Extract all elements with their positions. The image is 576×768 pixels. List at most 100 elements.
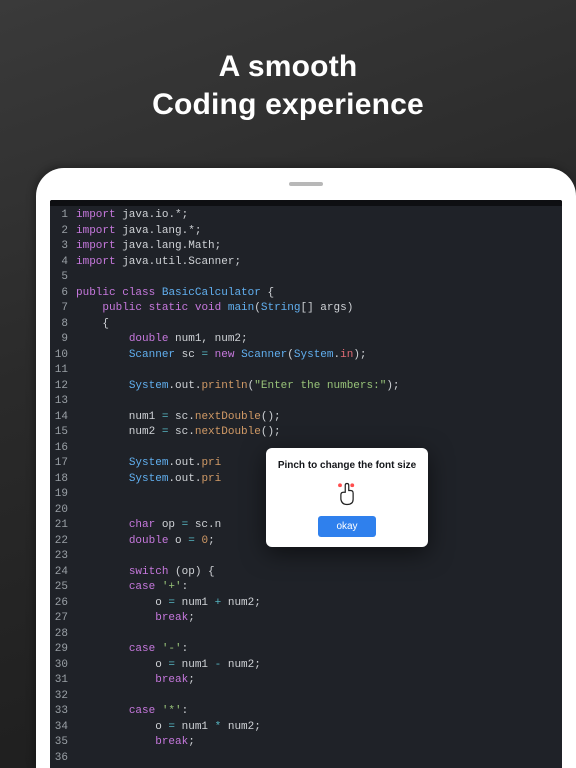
headline: A smooth Coding experience bbox=[0, 0, 576, 163]
code-text[interactable]: Scanner sc = new Scanner(System.in); bbox=[76, 348, 367, 364]
line-number: 22 bbox=[50, 534, 76, 550]
line-number: 8 bbox=[50, 317, 76, 333]
line-number: 20 bbox=[50, 503, 76, 519]
code-text[interactable]: import java.lang.*; bbox=[76, 224, 201, 240]
line-number: 12 bbox=[50, 379, 76, 395]
code-line[interactable]: 4import java.util.Scanner; bbox=[50, 255, 562, 271]
line-number: 4 bbox=[50, 255, 76, 271]
line-number: 16 bbox=[50, 441, 76, 457]
code-text[interactable]: public static void main(String[] args) bbox=[76, 301, 353, 317]
code-line[interactable]: 25 case '+': bbox=[50, 580, 562, 596]
code-line[interactable]: 7 public static void main(String[] args) bbox=[50, 301, 562, 317]
editor-topbar bbox=[50, 200, 562, 206]
line-number: 19 bbox=[50, 487, 76, 503]
code-text[interactable]: o = num1 + num2; bbox=[76, 596, 261, 612]
code-line[interactable]: 31 break; bbox=[50, 673, 562, 689]
code-text[interactable]: num1 = sc.nextDouble(); bbox=[76, 410, 281, 426]
line-number: 17 bbox=[50, 456, 76, 472]
code-text[interactable]: o = num1 - num2; bbox=[76, 658, 261, 674]
code-text[interactable]: case '*': bbox=[76, 704, 188, 720]
line-number: 9 bbox=[50, 332, 76, 348]
code-line[interactable]: 30 o = num1 - num2; bbox=[50, 658, 562, 674]
code-line[interactable]: 3import java.lang.Math; bbox=[50, 239, 562, 255]
line-number: 10 bbox=[50, 348, 76, 364]
code-text[interactable]: case '-': bbox=[76, 642, 188, 658]
code-text[interactable]: import java.lang.Math; bbox=[76, 239, 221, 255]
code-line[interactable]: 10 Scanner sc = new Scanner(System.in); bbox=[50, 348, 562, 364]
code-line[interactable]: 36 bbox=[50, 751, 562, 767]
code-text[interactable]: { bbox=[76, 317, 109, 333]
line-number: 14 bbox=[50, 410, 76, 426]
drag-handle[interactable] bbox=[289, 182, 323, 186]
code-line[interactable]: 15 num2 = sc.nextDouble(); bbox=[50, 425, 562, 441]
code-text[interactable]: System.out.println("Enter the numbers:")… bbox=[76, 379, 400, 395]
line-number: 21 bbox=[50, 518, 76, 534]
code-text[interactable]: System.out.pri bbox=[76, 456, 221, 472]
code-text[interactable]: case '+': bbox=[76, 580, 188, 596]
pinch-hand-icon bbox=[333, 480, 361, 508]
line-number: 26 bbox=[50, 596, 76, 612]
tooltip-ok-button[interactable]: okay bbox=[318, 516, 375, 537]
code-text[interactable]: double num1, num2; bbox=[76, 332, 248, 348]
line-number: 5 bbox=[50, 270, 76, 286]
code-line[interactable]: 34 o = num1 * num2; bbox=[50, 720, 562, 736]
code-line[interactable]: 1import java.io.*; bbox=[50, 208, 562, 224]
code-line[interactable]: 28 bbox=[50, 627, 562, 643]
code-text[interactable]: System.out.pri bbox=[76, 472, 221, 488]
code-line[interactable]: 33 case '*': bbox=[50, 704, 562, 720]
line-number: 31 bbox=[50, 673, 76, 689]
line-number: 15 bbox=[50, 425, 76, 441]
code-text[interactable]: import java.io.*; bbox=[76, 208, 188, 224]
code-line[interactable]: 6public class BasicCalculator { bbox=[50, 286, 562, 302]
code-line[interactable]: 13 bbox=[50, 394, 562, 410]
line-number: 24 bbox=[50, 565, 76, 581]
line-number: 11 bbox=[50, 363, 76, 379]
code-line[interactable]: 12 System.out.println("Enter the numbers… bbox=[50, 379, 562, 395]
line-number: 36 bbox=[50, 751, 76, 767]
line-number: 33 bbox=[50, 704, 76, 720]
line-number: 34 bbox=[50, 720, 76, 736]
code-text[interactable]: break; bbox=[76, 611, 195, 627]
code-text[interactable]: public class BasicCalculator { bbox=[76, 286, 274, 302]
line-number: 7 bbox=[50, 301, 76, 317]
line-number: 32 bbox=[50, 689, 76, 705]
code-line[interactable]: 8 { bbox=[50, 317, 562, 333]
code-line[interactable]: 9 double num1, num2; bbox=[50, 332, 562, 348]
code-line[interactable]: 2import java.lang.*; bbox=[50, 224, 562, 240]
line-number: 27 bbox=[50, 611, 76, 627]
code-line[interactable]: 24 switch (op) { bbox=[50, 565, 562, 581]
code-text[interactable]: char op = sc.n bbox=[76, 518, 221, 534]
code-line[interactable]: 5 bbox=[50, 270, 562, 286]
code-text[interactable]: double o = 0; bbox=[76, 534, 215, 550]
code-text[interactable]: break; bbox=[76, 735, 195, 751]
code-line[interactable]: 35 break; bbox=[50, 735, 562, 751]
hint-tooltip: Pinch to change the font size okay bbox=[266, 448, 428, 547]
code-text[interactable]: switch (op) { bbox=[76, 565, 215, 581]
code-text[interactable]: import java.util.Scanner; bbox=[76, 255, 241, 271]
line-number: 3 bbox=[50, 239, 76, 255]
code-line[interactable]: 32 bbox=[50, 689, 562, 705]
code-line[interactable]: 27 break; bbox=[50, 611, 562, 627]
code-text[interactable]: num2 = sc.nextDouble(); bbox=[76, 425, 281, 441]
line-number: 6 bbox=[50, 286, 76, 302]
line-number: 13 bbox=[50, 394, 76, 410]
code-line[interactable]: 11 bbox=[50, 363, 562, 379]
code-line[interactable]: 29 case '-': bbox=[50, 642, 562, 658]
line-number: 2 bbox=[50, 224, 76, 240]
code-text[interactable]: break; bbox=[76, 673, 195, 689]
line-number: 23 bbox=[50, 549, 76, 565]
tooltip-title: Pinch to change the font size bbox=[276, 458, 418, 474]
code-line[interactable]: 14 num1 = sc.nextDouble(); bbox=[50, 410, 562, 426]
code-line[interactable]: 26 o = num1 + num2; bbox=[50, 596, 562, 612]
line-number: 28 bbox=[50, 627, 76, 643]
code-line[interactable]: 23 bbox=[50, 549, 562, 565]
line-number: 29 bbox=[50, 642, 76, 658]
device-frame: 1import java.io.*;2import java.lang.*;3i… bbox=[36, 168, 576, 768]
line-number: 35 bbox=[50, 735, 76, 751]
headline-line1: A smooth bbox=[0, 48, 576, 86]
line-number: 30 bbox=[50, 658, 76, 674]
line-number: 1 bbox=[50, 208, 76, 224]
code-editor[interactable]: 1import java.io.*;2import java.lang.*;3i… bbox=[50, 200, 562, 768]
headline-line2: Coding experience bbox=[0, 86, 576, 124]
code-text[interactable]: o = num1 * num2; bbox=[76, 720, 261, 736]
